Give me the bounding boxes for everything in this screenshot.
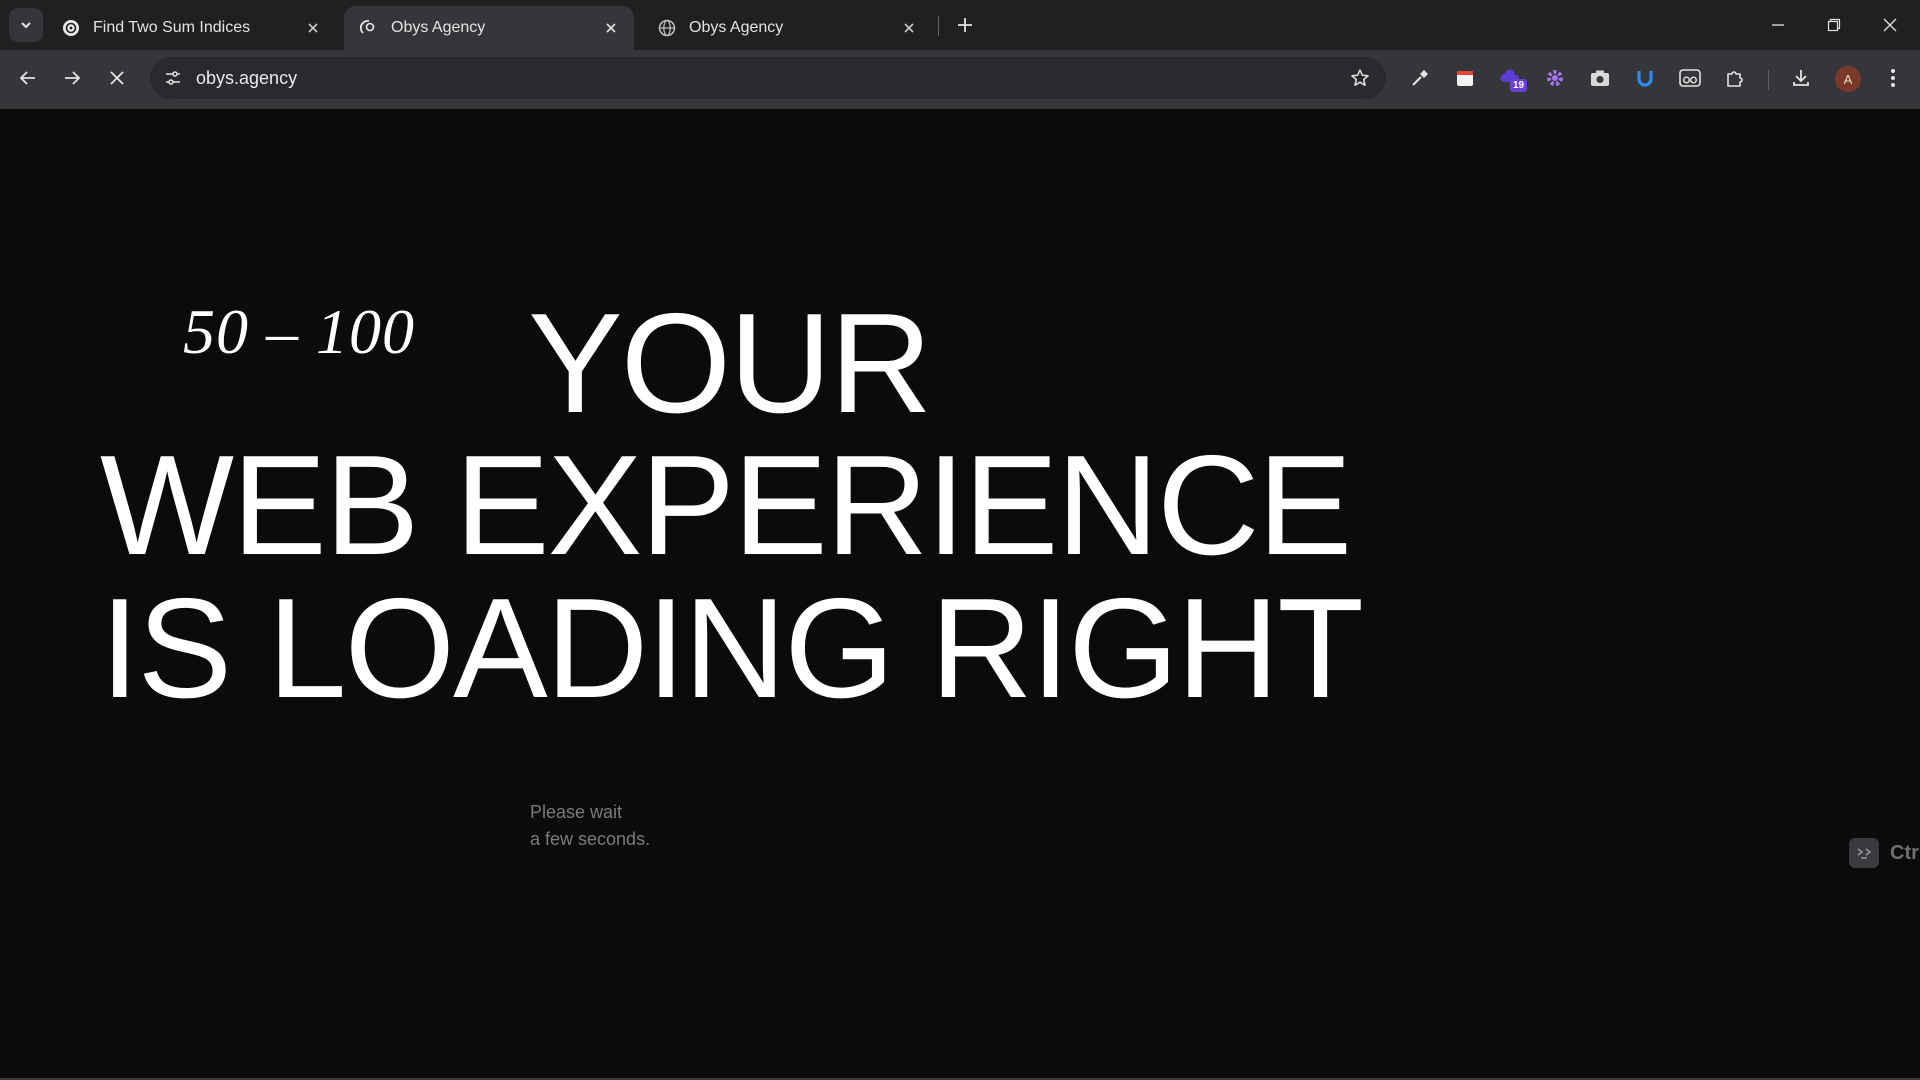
wait-message: Please wait a few seconds. — [530, 799, 650, 853]
extension-gear[interactable] — [1541, 64, 1569, 92]
tab-search-button[interactable] — [9, 8, 43, 42]
address-bar[interactable]: obys.agency — [150, 57, 1386, 99]
close-icon[interactable] — [304, 19, 322, 37]
chrome-menu-button[interactable] — [1879, 64, 1907, 92]
puzzle-icon — [1727, 71, 1743, 87]
tab-title: Obys Agency — [391, 19, 486, 36]
calendar-icon — [1457, 71, 1473, 86]
more-vert-icon — [1891, 69, 1895, 87]
tune-icon — [166, 71, 180, 85]
tab-obys-agency-active[interactable]: Obys Agency — [344, 6, 634, 50]
extension-eyedropper[interactable] — [1406, 64, 1434, 92]
minimize-icon — [1772, 24, 1784, 26]
glasses-icon — [1679, 69, 1701, 87]
chevron-down-icon — [21, 22, 31, 29]
tab-divider — [938, 16, 939, 36]
arrow-right-icon — [65, 71, 81, 85]
extension-blue-u[interactable] — [1631, 64, 1659, 92]
openai-icon — [62, 19, 80, 37]
bookmark-star-button[interactable] — [1348, 66, 1372, 90]
extension-camera[interactable] — [1586, 64, 1614, 92]
extension-calendar[interactable] — [1451, 64, 1479, 92]
u-logo-icon — [1637, 71, 1653, 87]
camera-icon — [1591, 70, 1609, 86]
headline-line-1: YOUR — [528, 284, 932, 443]
site-info-button[interactable] — [158, 63, 188, 93]
profile-avatar[interactable]: A — [1835, 66, 1861, 92]
shortcut-label: Ctr — [1890, 841, 1919, 864]
eyedropper-icon — [1412, 70, 1428, 86]
stop-loading-button[interactable] — [100, 61, 134, 95]
toolbar: obys.agency 19 — [0, 50, 1920, 109]
shortcut-widget[interactable]: Ctr — [1849, 838, 1919, 868]
extension-badge: 19 — [1510, 79, 1528, 92]
tab-find-two-sum[interactable]: Find Two Sum Indices — [46, 6, 336, 50]
close-icon — [1883, 18, 1897, 32]
extension-badge-counter[interactable]: 19 — [1496, 64, 1528, 92]
headline-line-3: IS LOADING RIGHT — [100, 569, 1364, 728]
close-icon[interactable] — [602, 19, 620, 37]
command-icon — [1849, 838, 1879, 868]
restore-button[interactable] — [1806, 0, 1862, 50]
downloads-button[interactable] — [1787, 64, 1815, 92]
wait-line-1: Please wait — [530, 802, 623, 822]
new-tab-button[interactable] — [950, 10, 980, 40]
extension-glasses[interactable] — [1676, 64, 1704, 92]
extensions-menu-button[interactable] — [1721, 64, 1749, 92]
wait-line-2: a few seconds. — [530, 829, 651, 849]
tab-title: Find Two Sum Indices — [93, 19, 251, 36]
loading-counter: 50 – 100 — [183, 296, 415, 367]
minimize-button[interactable] — [1750, 0, 1806, 50]
web-page: 50 – 100 YOUR WEB EXPERIENCE IS LOADING … — [0, 109, 1920, 1080]
headline-line-2: WEB EXPERIENCE — [100, 426, 1352, 585]
globe-icon — [658, 19, 676, 37]
browser-chrome: Find Two Sum Indices Obys Agency Obys Ag… — [0, 0, 1920, 109]
toolbar-divider — [1768, 70, 1769, 90]
close-icon — [110, 71, 124, 85]
plus-icon — [958, 18, 972, 32]
obys-icon — [360, 19, 378, 37]
tab-title: Obys Agency — [689, 19, 784, 36]
close-window-button[interactable] — [1862, 0, 1918, 50]
star-icon — [1351, 69, 1369, 86]
tab-obys-agency[interactable]: Obys Agency — [642, 6, 932, 50]
url-text[interactable]: obys.agency — [196, 68, 297, 89]
back-button[interactable] — [11, 61, 45, 95]
gear-icon — [1547, 70, 1563, 86]
tab-strip: Find Two Sum Indices Obys Agency Obys Ag… — [0, 0, 1920, 50]
forward-button[interactable] — [55, 61, 89, 95]
arrow-left-icon — [19, 71, 35, 85]
close-icon[interactable] — [900, 19, 918, 37]
download-icon — [1793, 70, 1809, 86]
restore-icon — [1827, 18, 1841, 32]
